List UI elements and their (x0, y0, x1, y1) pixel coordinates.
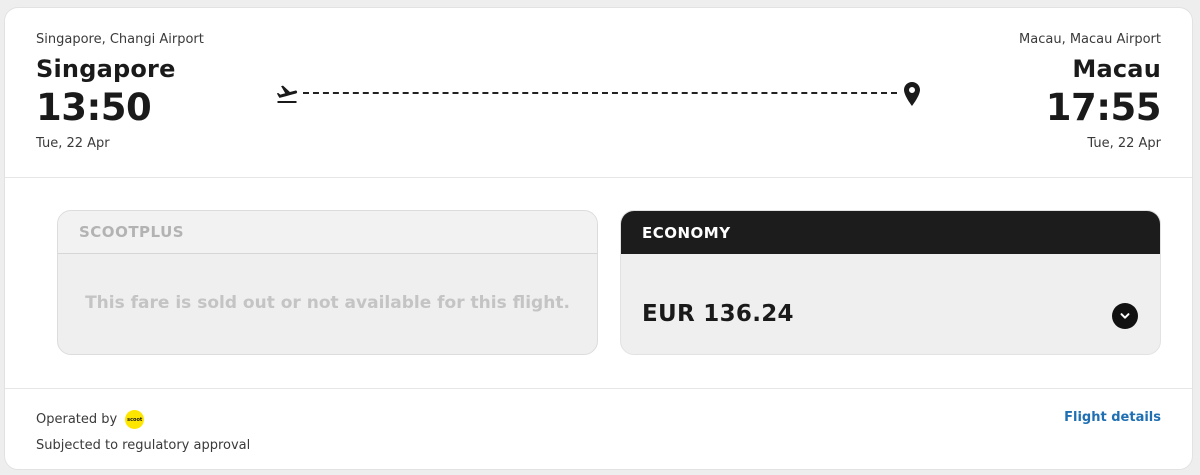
scoot-logo-text: scoot (127, 416, 143, 423)
operated-by-label: Operated by (36, 412, 118, 427)
fare-unavailable-message: This fare is sold out or not available f… (85, 293, 570, 313)
departure-date: Tue, 22 Apr (36, 136, 110, 151)
chevron-down-icon (1120, 313, 1130, 319)
expand-fare-button[interactable] (1112, 303, 1138, 329)
location-pin-icon (904, 82, 920, 106)
fare-economy-price: EUR 136.24 (642, 301, 794, 327)
origin-airport: Singapore, Changi Airport (36, 32, 204, 47)
departure-time: 13:50 (36, 86, 152, 129)
flight-card: Singapore, Changi Airport Singapore 13:5… (4, 7, 1193, 470)
operated-by: Operated by scoot (36, 410, 145, 429)
destination-block: Macau, Macau Airport Macau 17:55 Tue, 22… (1019, 32, 1161, 152)
plane-takeoff-icon (276, 85, 298, 103)
destination-airport: Macau, Macau Airport (1019, 32, 1161, 47)
fare-economy-body: EUR 136.24 (621, 254, 1160, 354)
fare-scootplus-label: SCOOTPLUS (58, 211, 597, 254)
fare-scootplus: SCOOTPLUS This fare is sold out or not a… (57, 210, 598, 355)
flight-details-link[interactable]: Flight details (1064, 410, 1161, 425)
card-footer: Operated by scoot Subjected to regulator… (5, 388, 1192, 469)
origin-city: Singapore (36, 55, 176, 83)
scoot-logo: scoot (125, 410, 145, 429)
route-section: Singapore, Changi Airport Singapore 13:5… (5, 8, 1192, 178)
fare-economy-label: ECONOMY (621, 211, 1160, 254)
arrival-date: Tue, 22 Apr (1087, 136, 1161, 151)
arrival-time: 17:55 (1045, 86, 1162, 129)
route-dashed-line (303, 92, 897, 94)
destination-city: Macau (1072, 55, 1161, 83)
origin-block: Singapore, Changi Airport Singapore 13:5… (36, 32, 204, 152)
fare-economy[interactable]: ECONOMY EUR 136.24 (620, 210, 1161, 355)
regulatory-note: Subjected to regulatory approval (36, 438, 251, 453)
